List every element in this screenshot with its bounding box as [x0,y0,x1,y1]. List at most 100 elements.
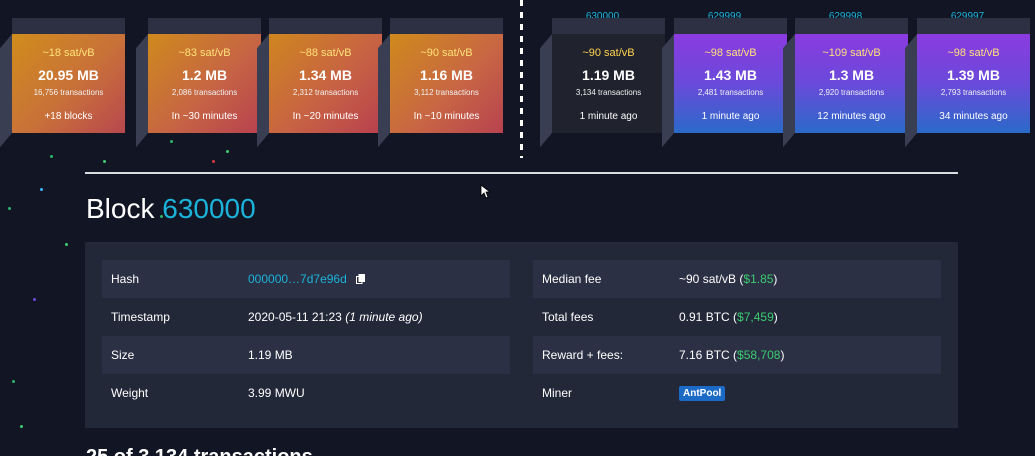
block-fee: ~88 sat/vB [299,47,352,59]
block-tx-count: 3,112 transactions [414,88,479,97]
detail-key: Reward + fees: [542,348,624,362]
mined-block[interactable]: 629997 ~98 sat/vB 1.39 MB 2,793 transact… [905,11,1030,148]
fiat-value: $1.85 [743,272,774,286]
detail-row-miner: Miner AntPool [533,374,941,412]
detail-row-size: Size 1.19 MB [102,336,510,374]
fiat-value: $7,459 [737,310,774,324]
mempool-block-face[interactable]: ~83 sat/vB 1.2 MB 2,086 transactions In … [148,34,261,133]
block-size: 1.19 MB [582,67,635,83]
block-eta: In ~10 minutes [413,111,480,122]
timestamp-value: 2020-05-11 21:23 [248,310,342,324]
block-fee: ~18 sat/vB [42,47,95,59]
detail-value: 2020-05-11 21:23 (1 minute ago) [248,310,423,324]
particle [65,243,68,246]
block-size: 1.39 MB [947,67,1000,83]
block-eta: In ~20 minutes [292,111,359,122]
cube-side [0,34,12,148]
block-time: 34 minutes ago [939,111,1008,122]
cube-side [662,34,674,148]
particle [40,188,43,191]
block-size: 1.34 MB [299,67,352,83]
mined-block[interactable]: 629999 ~98 sat/vB 1.43 MB 2,481 transact… [662,11,787,148]
mempool-block-face[interactable]: ~90 sat/vB 1.16 MB 3,112 transactions In… [390,34,503,133]
cube-top [269,18,382,34]
mined-block-face[interactable]: ~98 sat/vB 1.43 MB 2,481 transactions 1 … [674,34,787,133]
block-eta: In ~30 minutes [171,111,238,122]
cube-side [257,34,269,148]
block-hash-link[interactable]: 000000…7d7e96d [248,272,347,286]
detail-row-total-fees: Total fees 0.91 BTC ($7,459) [533,298,941,336]
cube-side [905,34,917,148]
page-title: Block 630000 [86,193,256,225]
block-fee: ~98 sat/vB [704,47,757,59]
cube-top [552,18,665,34]
particle [20,425,23,428]
page-title-prefix: Block [86,193,155,224]
mempool-block[interactable]: ~83 sat/vB 1.2 MB 2,086 transactions In … [136,18,261,148]
copy-icon[interactable] [356,274,366,284]
particle [8,207,11,210]
cube-top [917,18,1030,34]
mempool-block-face[interactable]: ~18 sat/vB 20.95 MB 16,756 transactions … [12,34,125,133]
detail-key: Timestamp [111,310,170,324]
transactions-heading: 25 of 3,134 transactions [86,446,313,456]
timestamp-relative: (1 minute ago) [345,310,423,324]
detail-key: Median fee [542,272,602,286]
particle [226,150,229,153]
block-size: 20.95 MB [38,67,99,83]
mined-block-face[interactable]: ~98 sat/vB 1.39 MB 2,793 transactions 34… [917,34,1030,133]
detail-key: Hash [111,272,140,286]
mempool-block[interactable]: ~90 sat/vB 1.16 MB 3,112 transactions In… [378,18,503,148]
block-tx-count: 2,481 transactions [697,88,764,97]
cube-top [148,18,261,34]
mined-block[interactable]: 629998 ~109 sat/vB 1.3 MB 2,920 transact… [783,11,908,148]
detail-value: 000000…7d7e96d [248,272,366,286]
block-size: 1.16 MB [420,67,473,83]
block-time: 12 minutes ago [817,111,886,122]
cube-top [390,18,503,34]
mempool-block[interactable]: ~88 sat/vB 1.34 MB 2,312 transactions In… [257,18,382,148]
block-number: 630000 [162,193,256,224]
block-explorer-page: ~18 sat/vB 20.95 MB 16,756 transactions … [0,0,1035,456]
detail-row-hash: Hash 000000…7d7e96d [102,260,510,298]
block-size: 1.2 MB [181,67,228,83]
detail-value: ~90 sat/vB ($1.85) [679,272,778,286]
detail-value: 3.99 MWU [248,386,305,400]
block-fee: ~98 sat/vB [947,47,1000,59]
block-tx-count: 2,920 transactions [818,88,885,97]
block-eta: +18 blocks [44,111,93,122]
particle [12,380,15,383]
particle [212,160,215,163]
cube-side [136,34,148,148]
mined-block-face[interactable]: ~90 sat/vB 1.19 MB 3,134 transactions 1 … [552,34,665,133]
detail-key: Size [111,348,135,362]
particle [50,155,53,158]
detail-row-median-fee: Median fee ~90 sat/vB ($1.85) [533,260,941,298]
mined-block[interactable]: 630000 ~90 sat/vB 1.19 MB 3,134 transact… [540,11,665,148]
block-tx-count: 2,086 transactions [171,88,238,97]
btc-value: 0.91 BTC [679,310,730,324]
cube-side [783,34,795,148]
mempool-block[interactable]: ~18 sat/vB 20.95 MB 16,756 transactions … [0,18,125,148]
cube-top [795,18,908,34]
btc-value: 7.16 BTC [679,348,730,362]
block-details-left: Hash 000000…7d7e96d Timestamp 2020-05-11… [102,260,510,412]
block-size: 1.43 MB [704,67,757,83]
block-time: 1 minute ago [701,111,760,122]
mined-block-face[interactable]: ~109 sat/vB 1.3 MB 2,920 transactions 12… [795,34,908,133]
particle [103,160,106,163]
fiat-value: $58,708 [737,348,781,362]
detail-value: 7.16 BTC ($58,708) [679,348,785,362]
block-details-panel: Hash 000000…7d7e96d Timestamp 2020-05-11… [85,242,958,428]
detail-key: Miner [542,386,573,400]
detail-value: AntPool [679,385,726,401]
detail-key: Weight [111,386,149,400]
detail-key: Total fees [542,310,594,324]
detail-value: 1.19 MB [248,348,293,362]
mempool-block-face[interactable]: ~88 sat/vB 1.34 MB 2,312 transactions In… [269,34,382,133]
block-tx-count: 16,756 transactions [33,88,104,97]
detail-row-reward: Reward + fees: 7.16 BTC ($58,708) [533,336,941,374]
detail-row-weight: Weight 3.99 MWU [102,374,510,412]
block-tx-count: 2,312 transactions [292,88,359,97]
miner-badge[interactable]: AntPool [679,386,726,401]
